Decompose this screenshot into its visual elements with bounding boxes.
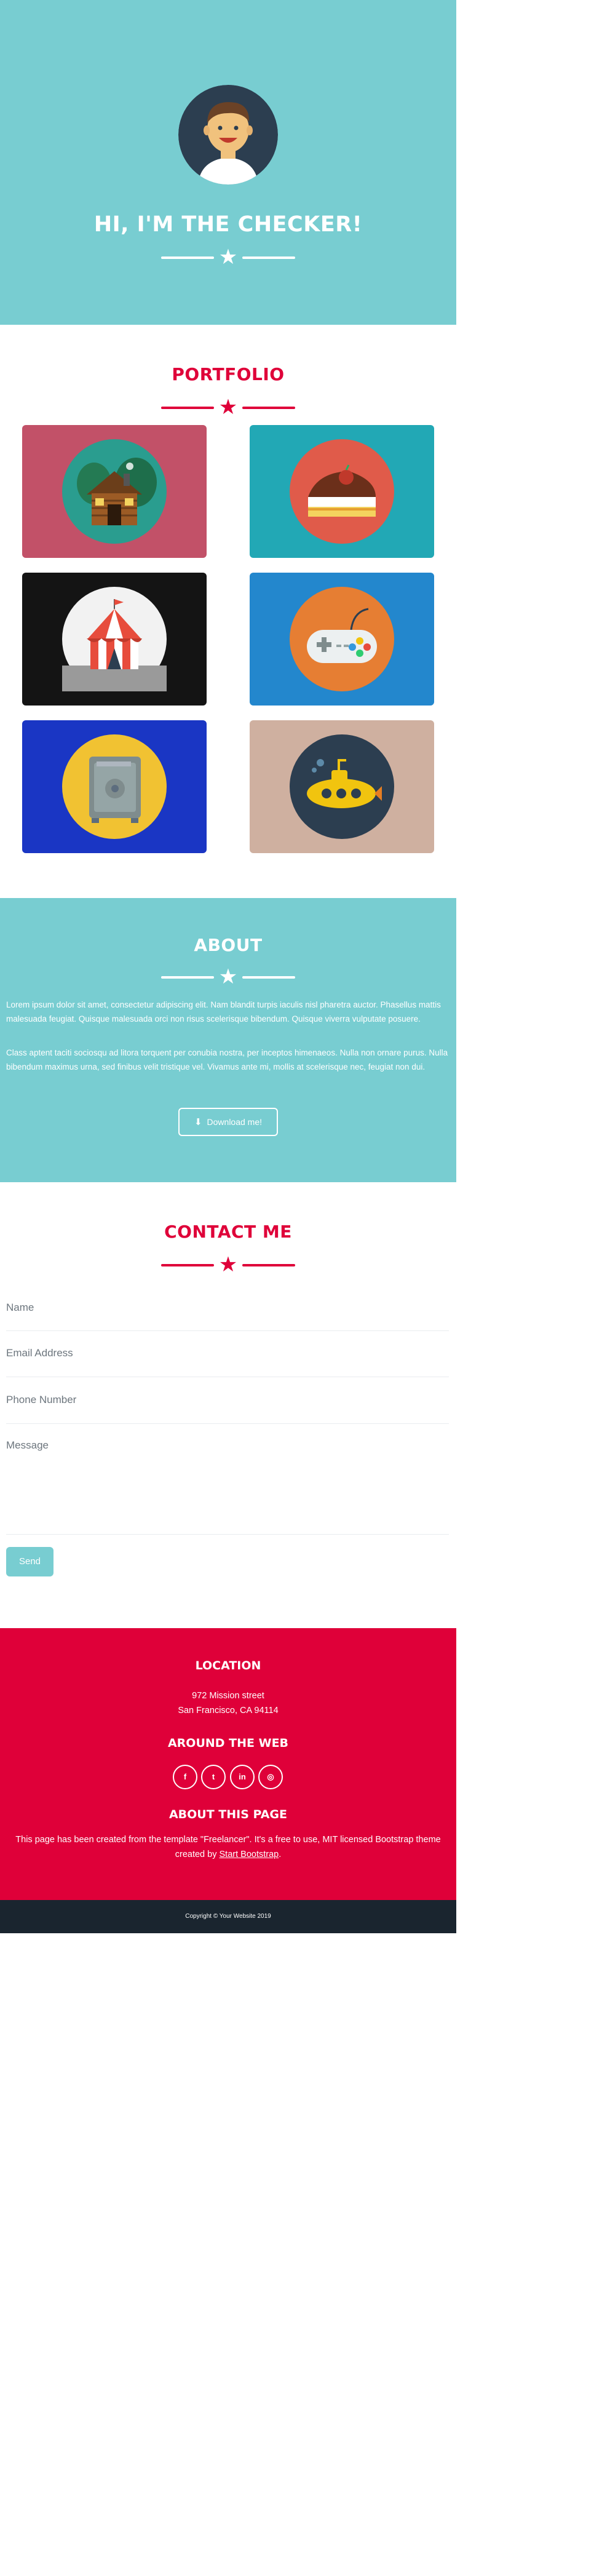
about-section: ABOUT ★ Lorem ipsum dolor sit amet, cons…	[0, 898, 456, 1182]
portfolio-item[interactable]	[22, 573, 207, 706]
cabin-icon	[62, 439, 167, 544]
dribbble-icon[interactable]: ◎	[258, 1765, 283, 1789]
download-button[interactable]: ⬇ Download me!	[178, 1108, 278, 1136]
divider-line-right	[242, 1264, 295, 1266]
about-page-text-line-2: created by Start Bootstrap.	[0, 1847, 456, 1862]
email-placeholder: Email Address	[6, 1347, 73, 1359]
phone-placeholder: Phone Number	[6, 1394, 77, 1405]
divider-line-left	[161, 976, 214, 979]
phone-field[interactable]: Phone Number	[6, 1394, 449, 1424]
address-line-2: San Francisco, CA 94114	[178, 1706, 279, 1715]
about-paragraph-1: Lorem ipsum dolor sit amet, consectetur …	[6, 1000, 441, 1024]
contact-title: CONTACT ME	[164, 1222, 292, 1242]
facebook-icon[interactable]: f	[173, 1765, 197, 1789]
contact-divider: ★	[0, 1252, 456, 1277]
divider-line-right	[242, 407, 295, 409]
about-divider: ★	[0, 964, 456, 989]
linkedin-icon[interactable]: in	[230, 1765, 255, 1789]
star-icon: ★	[218, 965, 238, 988]
about-page-text-prefix: created by	[175, 1850, 220, 1859]
address-line-1: 972 Mission street	[192, 1691, 264, 1701]
about-page-text-suffix: .	[279, 1850, 282, 1859]
game-controller-icon	[290, 587, 394, 691]
footer: LOCATION 972 Mission street San Francisc…	[0, 1628, 456, 1900]
portfolio-item[interactable]	[250, 720, 434, 853]
portfolio-item[interactable]	[22, 720, 207, 853]
about-paragraph-2: Class aptent taciti sociosqu ad litora t…	[6, 1048, 448, 1071]
divider-line-right	[242, 976, 295, 979]
divider-line-left	[161, 407, 214, 409]
divider-line-left	[161, 256, 214, 259]
portfolio-item[interactable]	[22, 425, 207, 558]
contact-section: CONTACT ME ★ Name Email Address Phone Nu…	[0, 1182, 456, 1628]
send-button[interactable]: Send	[6, 1547, 53, 1576]
about-page-text-line-1: This page has been created from the temp…	[15, 1835, 441, 1845]
message-field[interactable]: Message	[6, 1439, 449, 1535]
circus-tent-icon	[62, 587, 167, 691]
message-placeholder: Message	[6, 1439, 49, 1451]
about-page-title: ABOUT THIS PAGE	[168, 1808, 288, 1821]
portfolio-section: PORTFOLIO ★	[0, 325, 456, 898]
cake-icon	[290, 439, 394, 544]
portfolio-item[interactable]	[250, 573, 434, 706]
safe-icon	[62, 734, 167, 839]
portfolio-divider: ★	[0, 395, 456, 419]
hero-section: HI, I'M THE CHECKER! ★	[0, 0, 456, 325]
name-field[interactable]: Name	[6, 1302, 449, 1331]
hero-divider: ★	[0, 245, 456, 269]
download-label: Download me!	[207, 1117, 263, 1127]
name-placeholder: Name	[6, 1302, 34, 1313]
about-title: ABOUT	[194, 935, 263, 955]
submarine-icon	[290, 734, 394, 839]
star-icon: ★	[218, 1253, 238, 1276]
start-bootstrap-link[interactable]: Start Bootstrap	[220, 1850, 279, 1859]
download-icon: ⬇	[194, 1117, 202, 1127]
avatar-icon	[178, 85, 278, 185]
around-web-title: AROUND THE WEB	[167, 1736, 289, 1750]
copyright-text: Copyright © Your Website 2019	[185, 1913, 271, 1920]
copyright-bar: Copyright © Your Website 2019	[0, 1900, 456, 1933]
divider-line-right	[242, 256, 295, 259]
portfolio-title: PORTFOLIO	[172, 364, 285, 384]
star-icon: ★	[218, 396, 238, 419]
divider-line-left	[161, 1264, 214, 1266]
location-title: LOCATION	[195, 1659, 261, 1672]
email-field[interactable]: Email Address	[6, 1347, 449, 1377]
twitter-icon[interactable]: t	[201, 1765, 226, 1789]
portfolio-item[interactable]	[250, 425, 434, 558]
star-icon: ★	[218, 245, 238, 269]
hero-title: HI, I'M THE CHECKER!	[93, 212, 363, 237]
